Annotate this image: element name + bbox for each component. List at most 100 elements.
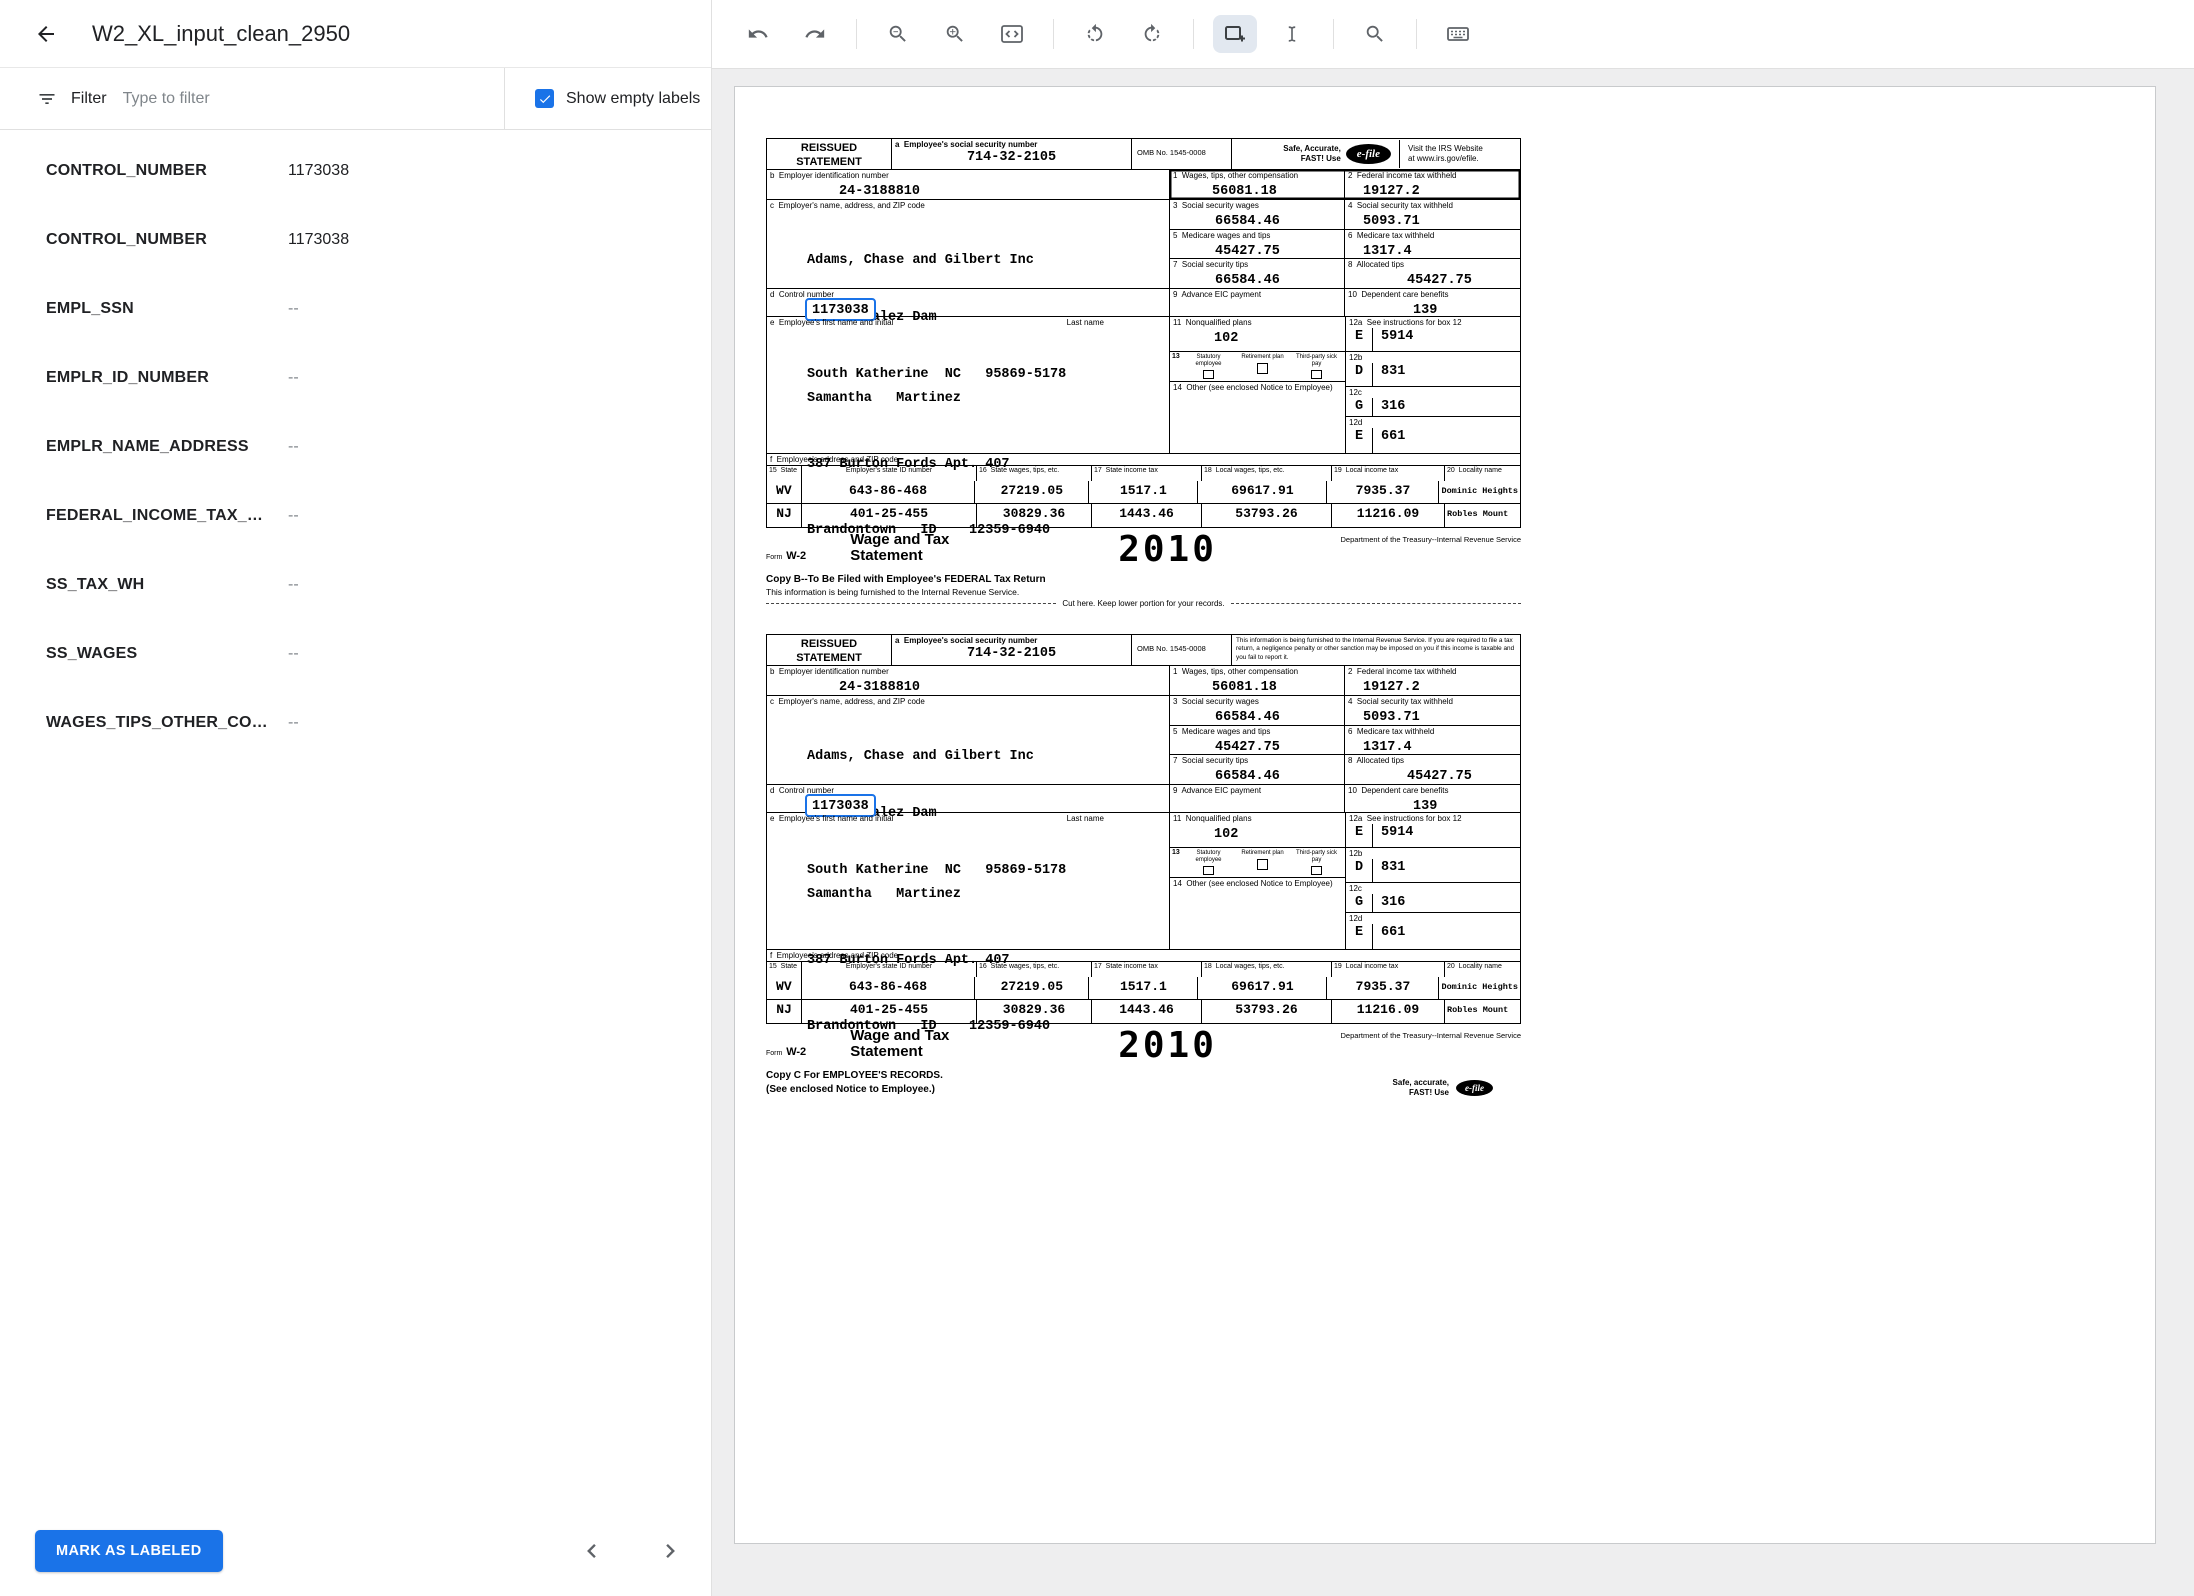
local-wages-value: 69617.91 [1198, 977, 1327, 999]
box-5-value: 45427.75 [1170, 244, 1280, 259]
state-row: WV 643-86-468 27219.05 1517.1 69617.91 7… [767, 481, 1520, 504]
box-13-checkboxes: 13 Statutory employee Retirement plan Th… [1170, 848, 1345, 878]
state-wages-col-header: 16 State wages, tips, etc. [977, 466, 1092, 481]
show-empty-labels-label: Show empty labels [566, 90, 700, 108]
box-11-value: 102 [1170, 331, 1238, 346]
last-name-label: Last name [1064, 813, 1107, 824]
local-wages-value: 53793.26 [1202, 1000, 1332, 1023]
box-12d-value: 661 [1373, 428, 1405, 444]
filter-input[interactable] [121, 89, 504, 109]
visit-irs-text: Visit the IRS Website at www.irs.gov/efi… [1408, 144, 1516, 164]
document-canvas[interactable]: REISSUED STATEMENT a Employee's social s… [712, 69, 2194, 1596]
next-page-button[interactable] [653, 1534, 687, 1568]
state-value: NJ [767, 1000, 802, 1023]
local-tax-value: 7935.37 [1327, 481, 1439, 503]
toolbar-divider [1053, 19, 1054, 49]
box-7-label: 7 Social security tips [1170, 259, 1344, 270]
irs-notice-box: This information is being furnished to t… [1232, 635, 1520, 665]
box-13-checkboxes: 13 Statutory employee Retirement plan Th… [1170, 352, 1345, 382]
list-item[interactable]: SS_WAGES -- [46, 619, 711, 688]
reissued-box: REISSUED STATEMENT [767, 139, 892, 169]
box-8-value: 45427.75 [1345, 769, 1472, 784]
box-3-ss-wages: 3 Social security wages 66584.46 [1170, 200, 1345, 229]
list-item[interactable]: SS_TAX_WH -- [46, 550, 711, 619]
list-item[interactable]: WAGES_TIPS_OTHER_CO… -- [46, 688, 711, 757]
redo-button[interactable] [793, 15, 837, 53]
undo-button[interactable] [736, 15, 780, 53]
employee-name: Samantha Martinez [807, 884, 1169, 906]
pager [575, 1534, 687, 1568]
box-e-label: e Employee's first name and initial [767, 813, 896, 824]
box-11-nonqualified: 11 Nonqualified plans 102 [1170, 317, 1345, 352]
show-empty-labels-checkbox[interactable] [535, 89, 554, 108]
locality-value: Dominic Heights [1439, 977, 1520, 999]
mark-as-labeled-button[interactable]: MARK AS LABELED [35, 1530, 223, 1572]
box-10-value: 139 [1345, 799, 1437, 814]
list-item[interactable]: CONTROL_NUMBER 1173038 [46, 136, 711, 205]
rotate-left-button[interactable] [1073, 15, 1117, 53]
local-wages-col-header: 18 Local wages, tips, etc. [1202, 466, 1332, 481]
keyboard-button[interactable] [1436, 15, 1480, 53]
employee-name: Samantha Martinez [807, 388, 1169, 410]
list-item[interactable]: CONTROL_NUMBER 1173038 [46, 205, 711, 274]
arrow-back-icon [34, 22, 58, 46]
label-name: CONTROL_NUMBER [46, 162, 288, 180]
form-label: Form [766, 1050, 782, 1057]
box-6-value: 1317.4 [1345, 740, 1412, 755]
box-9-eic: 9 Advance EIC payment [1170, 785, 1345, 812]
list-item[interactable]: EMPLR_NAME_ADDRESS -- [46, 412, 711, 481]
filter-area: Filter [0, 68, 505, 129]
box-12b-label: 12b [1346, 352, 1520, 363]
third-party-sick-pay-checkbox [1311, 866, 1322, 875]
copy-b-line1: Copy B--To Be Filed with Employee's FEDE… [766, 573, 1521, 587]
list-item[interactable]: EMPLR_ID_NUMBER -- [46, 343, 711, 412]
box-14-label: 14 Other (see enclosed Notice to Employe… [1170, 382, 1345, 393]
box-12d: 12d E661 [1346, 913, 1520, 949]
state-id-col-header: Employer's state ID number [802, 466, 977, 481]
label-value: -- [288, 507, 299, 525]
form-number: W-2 [786, 550, 806, 562]
box-13-label: 13 [1172, 849, 1180, 856]
back-button[interactable] [26, 14, 66, 54]
treasury-department-text: Department of the Treasury--Internal Rev… [1340, 1028, 1521, 1040]
control-number-value: 1173038 [812, 303, 869, 318]
form-label: Form [766, 554, 782, 561]
box-12c-value: 316 [1373, 894, 1405, 910]
label-value: -- [288, 576, 299, 594]
prev-page-button[interactable] [575, 1534, 609, 1568]
state-tax-col-header: 17 State income tax [1092, 962, 1202, 977]
list-item[interactable]: FEDERAL_INCOME_TAX_… -- [46, 481, 711, 550]
box-14-other: 14 Other (see enclosed Notice to Employe… [1170, 382, 1345, 453]
box-12a: 12a See instructions for box 12 E5914 [1346, 317, 1520, 352]
control-number-value: 1173038 [812, 799, 869, 814]
locality-value: Dominic Heights [1439, 481, 1520, 503]
zoom-in-button[interactable] [933, 15, 977, 53]
text-cursor-button[interactable] [1270, 15, 1314, 53]
locality-col-header: 20 Locality name [1445, 466, 1520, 481]
label-name: SS_TAX_WH [46, 576, 288, 594]
box-14-other: 14 Other (see enclosed Notice to Employe… [1170, 878, 1345, 949]
state-wages-col-header: 16 State wages, tips, etc. [977, 962, 1092, 977]
box-1-wages: 1 Wages, tips, other compensation 56081.… [1170, 170, 1345, 199]
toolbar-divider [1416, 19, 1417, 49]
box-7-value: 66584.46 [1170, 273, 1280, 288]
box-4-value: 5093.71 [1345, 710, 1420, 725]
box-8-value: 45427.75 [1345, 273, 1472, 288]
state-id-value: 643-86-468 [802, 481, 976, 503]
box-12d-code: E [1346, 428, 1373, 453]
list-item[interactable]: EMPL_SSN -- [46, 274, 711, 343]
search-button[interactable] [1353, 15, 1397, 53]
box-2-value: 19127.2 [1345, 680, 1420, 695]
safe-line2: FAST! Use [1393, 1088, 1449, 1098]
zoom-out-button[interactable] [876, 15, 920, 53]
statutory-employee-checkbox [1203, 370, 1214, 379]
ein-value: 24-3188810 [767, 680, 920, 695]
code-view-button[interactable] [990, 15, 1034, 53]
box-12c: 12c G316 [1346, 883, 1520, 913]
crop-tool-button[interactable] [1213, 15, 1257, 53]
box-3-8-group: 3 Social security wages 66584.46 4 Socia… [1170, 696, 1520, 784]
state-id-value: 643-86-468 [802, 977, 976, 999]
keyboard-icon [1446, 22, 1470, 46]
rotate-right-button[interactable] [1130, 15, 1174, 53]
crop-icon [1223, 22, 1247, 46]
